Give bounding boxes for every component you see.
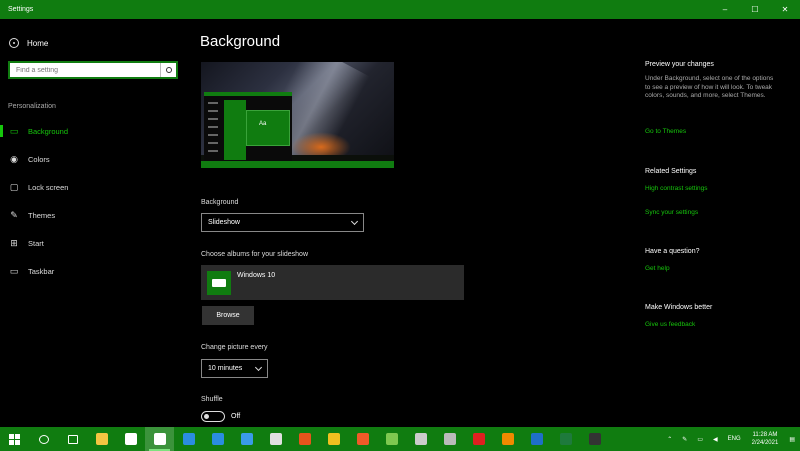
question-heading: Have a question? (645, 248, 700, 255)
windows-taskbar: ⌃ ✎ ▭ ◀ ENG 11:28 AM 2/24/2021 ▤ (0, 427, 800, 451)
shuffle-toggle[interactable] (201, 411, 225, 422)
excel-icon[interactable] (551, 427, 580, 451)
albums-label: Choose albums for your slideshow (201, 251, 308, 258)
remote-icon[interactable] (406, 427, 435, 451)
chevron-down-icon (254, 363, 263, 371)
brave-icon[interactable] (348, 427, 377, 451)
interval-dropdown[interactable]: 10 minutes (201, 359, 268, 378)
background-label: Background (201, 199, 239, 206)
get-help-link[interactable]: Get help (645, 265, 670, 272)
lock-screen-icon: ▢ (9, 181, 19, 192)
sidebar-item-taskbar[interactable]: ▭ Taskbar (0, 261, 190, 281)
browse-button[interactable]: Browse (202, 306, 254, 325)
chevron-up-icon[interactable]: ⌃ (667, 436, 672, 443)
terminal-icon[interactable] (580, 427, 609, 451)
acrobat-icon[interactable] (464, 427, 493, 451)
brush-icon: ✎ (10, 209, 18, 220)
search-input[interactable] (10, 66, 160, 74)
firefox-icon[interactable] (290, 427, 319, 451)
shuffle-label: Shuffle (201, 396, 223, 403)
task-view-icon[interactable] (58, 427, 87, 451)
clock-time: 11:28 AM (752, 432, 778, 438)
sidebar-item-themes[interactable]: ✎ Themes (0, 205, 190, 225)
sidebar-item-label: Start (28, 238, 44, 248)
clock-date: 2/24/2021 (751, 440, 779, 446)
language-indicator[interactable]: ENG (728, 436, 741, 442)
home-link[interactable]: Home (9, 38, 48, 48)
preview-tile: Aa (246, 110, 290, 146)
vlc-icon[interactable] (493, 427, 522, 451)
shuffle-row: Off (201, 411, 240, 422)
palette-icon: ◉ (10, 153, 18, 164)
preview-description: Under Background, select one of the opti… (645, 75, 774, 99)
store-icon[interactable] (116, 427, 145, 451)
minimize-button[interactable]: – (710, 0, 740, 19)
settings-icon[interactable] (145, 427, 174, 451)
search-icon[interactable] (160, 63, 176, 77)
sidebar-item-background[interactable]: ▭ Background (0, 121, 190, 141)
page-title: Background (200, 33, 281, 50)
album-name: Windows 10 (237, 272, 276, 279)
start-button[interactable] (0, 427, 29, 451)
clock[interactable]: 11:28 AM 2/24/2021 (752, 431, 779, 447)
mail-icon[interactable] (174, 427, 203, 451)
high-contrast-link[interactable]: High contrast settings (645, 185, 708, 192)
maximize-button[interactable]: ☐ (740, 0, 770, 19)
change-picture-label: Change picture every (201, 344, 268, 351)
give-feedback-link[interactable]: Give us feedback (645, 321, 695, 328)
preview-heading: Preview your changes (645, 61, 714, 68)
album-thumbnail (207, 270, 231, 295)
taskbar-icon: ▭ (9, 265, 19, 276)
windows-logo-icon (9, 433, 20, 445)
related-heading: Related Settings (645, 168, 697, 175)
sidebar-item-label: Taskbar (28, 266, 55, 276)
sidebar-item-label: Themes (28, 210, 56, 220)
network-icon[interactable]: ▭ (697, 436, 703, 443)
notifications-icon[interactable]: ▤ (789, 436, 795, 443)
printer-icon[interactable] (435, 427, 464, 451)
home-label: Home (27, 38, 49, 48)
start-icon: ⊞ (10, 237, 18, 248)
chevron-down-icon (350, 217, 359, 225)
sidebar-item-start[interactable]: ⊞ Start (0, 233, 190, 253)
window-title: Settings (8, 6, 34, 13)
sync-settings-link[interactable]: Sync your settings (645, 209, 698, 216)
interval-value: 10 minutes (208, 365, 243, 372)
sidebar-item-lock-screen[interactable]: ▢ Lock screen (0, 177, 190, 197)
preview-window: Aa (204, 92, 292, 161)
file-explorer-icon[interactable] (87, 427, 116, 451)
search-icon[interactable] (29, 427, 58, 451)
shield-icon[interactable] (203, 427, 232, 451)
background-value: Slideshow (208, 219, 240, 226)
search-box (8, 61, 178, 79)
background-dropdown[interactable]: Slideshow (201, 213, 364, 232)
pen-icon[interactable]: ✎ (682, 436, 687, 443)
gear-icon (9, 38, 19, 48)
title-bar: Settings – ☐ ✕ (0, 0, 800, 19)
sidebar-item-colors[interactable]: ◉ Colors (0, 149, 190, 169)
outlook-icon[interactable] (522, 427, 551, 451)
go-to-themes-link[interactable]: Go to Themes (645, 128, 686, 135)
sidebar: Home Personalization ▭ Background ◉ Colo… (0, 19, 190, 427)
chrome-icon[interactable] (319, 427, 348, 451)
shuffle-state: Off (231, 413, 241, 420)
close-button[interactable]: ✕ (770, 0, 800, 19)
edge-icon[interactable] (232, 427, 261, 451)
feedback-heading: Make Windows better (645, 304, 713, 311)
album-item[interactable]: Windows 10 (201, 265, 464, 300)
photos-icon[interactable] (377, 427, 406, 451)
section-label: Personalization (8, 103, 56, 110)
sidebar-item-label: Background (28, 126, 69, 136)
system-tray: ⌃ ✎ ▭ ◀ ENG 11:28 AM 2/24/2021 ▤ (662, 431, 800, 447)
paint-icon[interactable] (261, 427, 290, 451)
volume-icon[interactable]: ◀ (713, 436, 718, 443)
sidebar-item-label: Colors (28, 154, 50, 164)
picture-icon: ▭ (9, 125, 19, 136)
sidebar-item-label: Lock screen (28, 182, 69, 192)
background-preview: Aa (201, 62, 394, 168)
